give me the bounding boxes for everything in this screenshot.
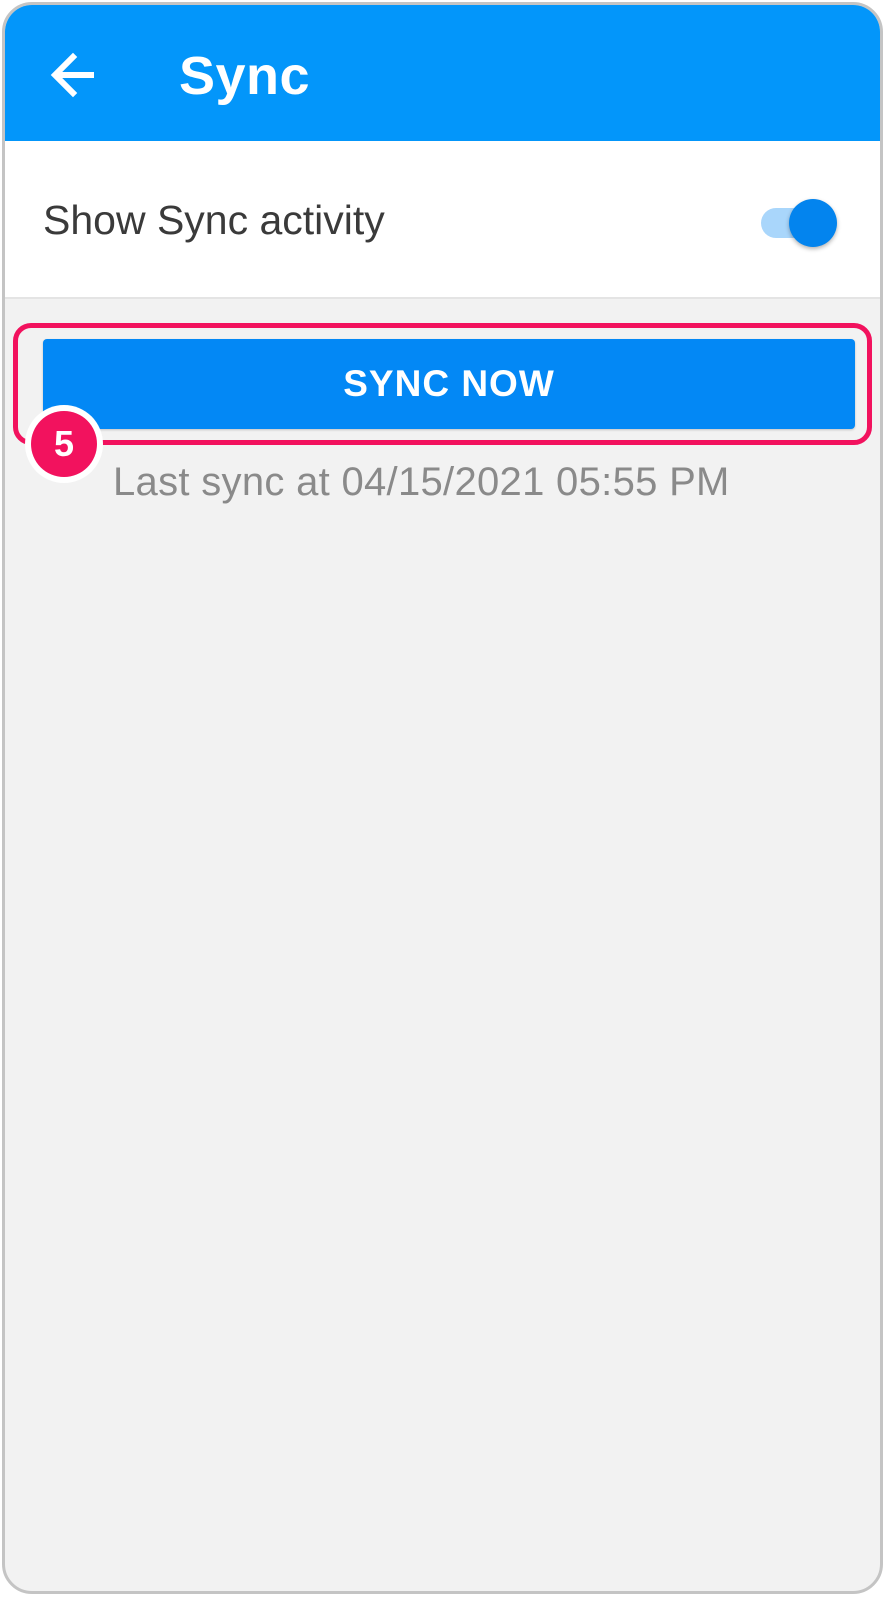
highlight-frame bbox=[13, 323, 872, 445]
toggle-thumb bbox=[789, 199, 837, 247]
show-sync-activity-toggle[interactable] bbox=[757, 196, 841, 247]
step-number: 5 bbox=[31, 411, 97, 477]
step-badge: 5 bbox=[25, 405, 103, 483]
arrow-left-icon bbox=[50, 52, 94, 98]
show-sync-activity-row: Show Sync activity bbox=[5, 141, 880, 299]
show-sync-activity-label: Show Sync activity bbox=[43, 197, 385, 243]
last-sync-text: Last sync at 04/15/2021 05:55 PM bbox=[113, 460, 730, 504]
back-button[interactable] bbox=[41, 43, 105, 107]
app-bar: Sync bbox=[5, 5, 880, 141]
page-title: Sync bbox=[179, 46, 311, 106]
phone-frame: Sync Show Sync activity SYNC NOW 5 Last … bbox=[2, 2, 883, 1594]
